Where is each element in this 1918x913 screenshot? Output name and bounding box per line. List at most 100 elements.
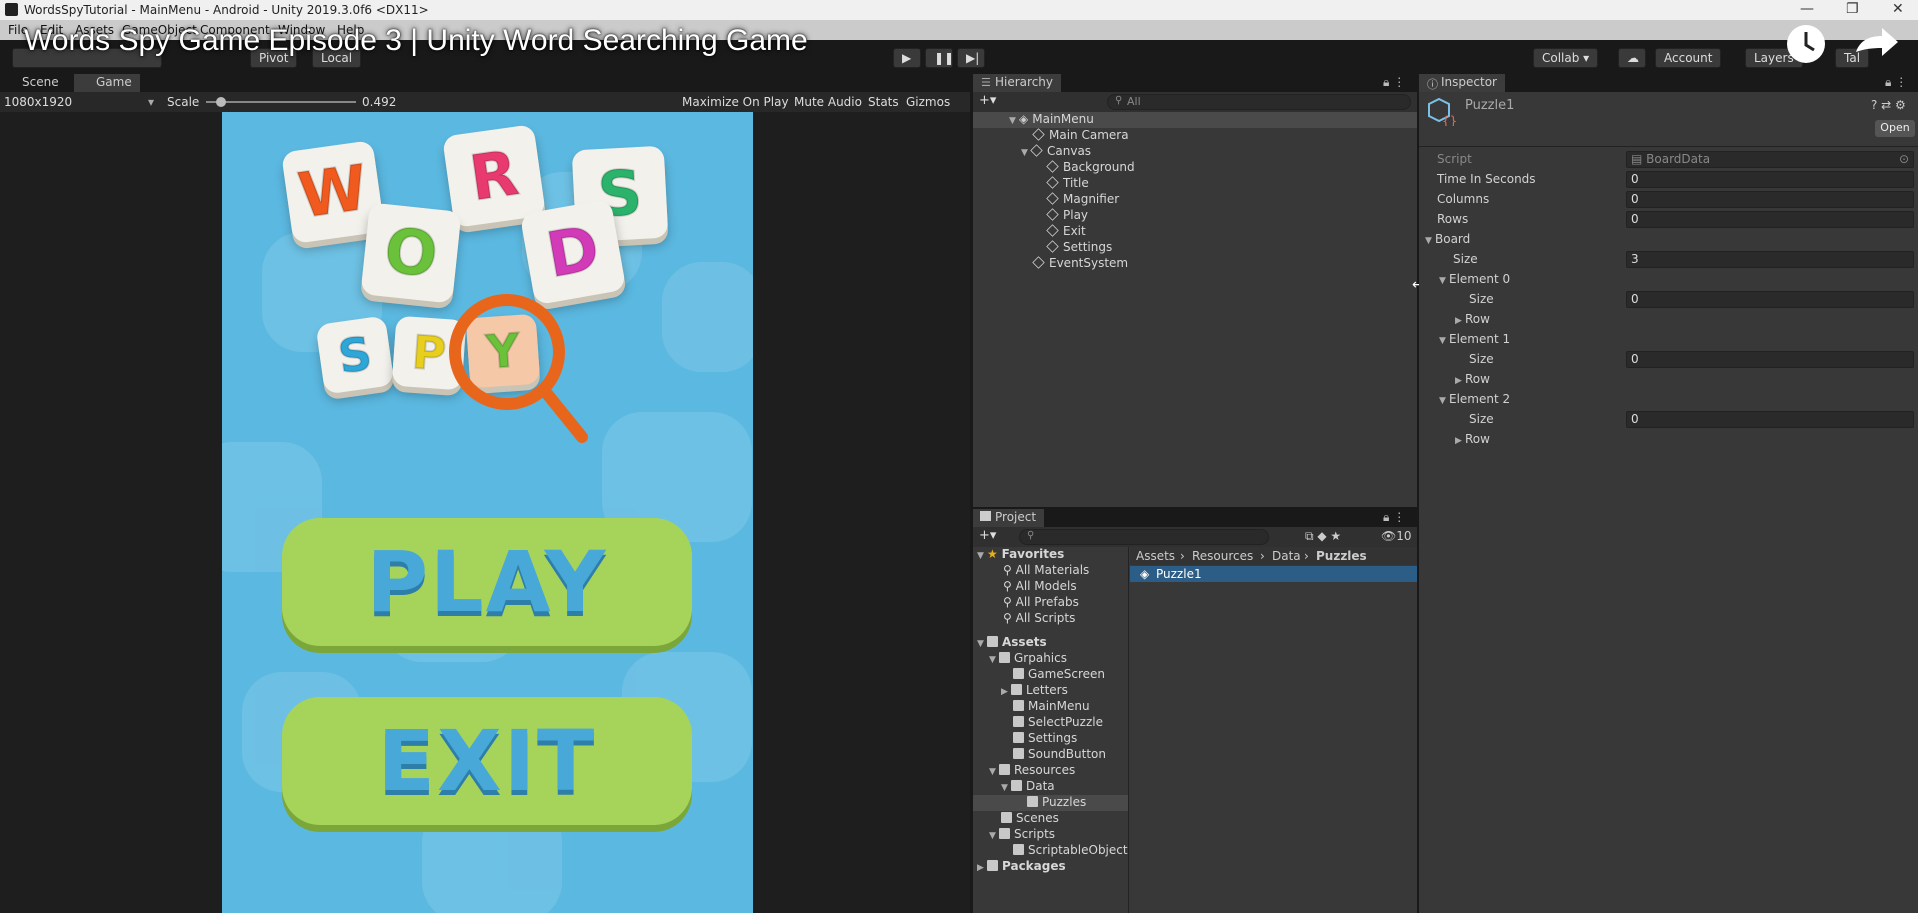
board-foldout[interactable]: ▼ Board bbox=[1425, 232, 1470, 246]
element-2-size-field[interactable]: 0 bbox=[1626, 411, 1914, 428]
tree-mainmenu[interactable]: MainMenu bbox=[1013, 699, 1090, 715]
tree-puzzles[interactable]: Puzzles bbox=[973, 795, 1128, 811]
resolution-dropdown[interactable]: 1080x1920 bbox=[4, 95, 72, 109]
favorite-all-models[interactable]: ⚲ All Models bbox=[1003, 579, 1077, 595]
step-icon[interactable]: ▶| bbox=[957, 48, 985, 68]
hierarchy-item-mainmenu[interactable]: ▼ ◈ MainMenu bbox=[973, 112, 1417, 128]
open-button[interactable]: Open bbox=[1875, 120, 1915, 137]
breadcrumb-puzzles[interactable]: Puzzles bbox=[1316, 549, 1367, 563]
hierarchy-panel: Hierarchy ☰ 🔒︎ ⋮ +▾ ⚲ All ▼ ◈ MainMenu Mai… bbox=[973, 74, 1417, 507]
tree-grpahics[interactable]: ▼ Grpahics bbox=[989, 651, 1067, 667]
folder-icon bbox=[1013, 748, 1024, 759]
breadcrumb-assets[interactable]: Assets bbox=[1136, 549, 1175, 563]
tree-gamescreen[interactable]: GameScreen bbox=[1013, 667, 1105, 683]
gizmos-toggle[interactable]: Gizmos bbox=[906, 95, 950, 109]
element-1-size-field[interactable]: 0 bbox=[1626, 351, 1914, 368]
favorite-all-materials[interactable]: ⚲ All Materials bbox=[1003, 563, 1089, 579]
favorites-header[interactable]: ▼ ★ Favorites bbox=[977, 547, 1064, 563]
hierarchy-item-background[interactable]: Background bbox=[1046, 160, 1135, 176]
hierarchy-item-exit[interactable]: Exit bbox=[1046, 224, 1086, 240]
tree-letters[interactable]: ▶ Letters bbox=[1001, 683, 1068, 699]
scale-slider[interactable] bbox=[206, 101, 356, 103]
board-size-field[interactable]: 3 bbox=[1626, 251, 1914, 268]
file-puzzle1[interactable]: ◈ Puzzle1 bbox=[1130, 566, 1417, 582]
element-0-row-foldout[interactable]: ▶ Row bbox=[1455, 312, 1490, 326]
favorite-all-scripts[interactable]: ⚲ All Scripts bbox=[1003, 611, 1075, 627]
stats-toggle[interactable]: Stats bbox=[868, 95, 899, 109]
info-icon: ⓘ bbox=[1427, 78, 1438, 91]
filter-icons[interactable]: ⧉ ◆ ★ bbox=[1305, 529, 1341, 544]
time-in-seconds-field[interactable]: 0 bbox=[1626, 171, 1914, 188]
element-0-foldout[interactable]: ▼ Element 0 bbox=[1439, 272, 1510, 286]
minimize-icon[interactable]: — bbox=[1800, 1, 1814, 17]
pause-icon[interactable]: ❚❚ bbox=[925, 48, 954, 68]
hierarchy-item-canvas[interactable]: ▼ Canvas bbox=[1021, 144, 1091, 160]
tab-game[interactable]: Game bbox=[74, 74, 140, 92]
scale-label: Scale bbox=[167, 95, 200, 109]
breadcrumb-data[interactable]: Data bbox=[1272, 549, 1301, 563]
tree-soundbutton[interactable]: SoundButton bbox=[1013, 747, 1106, 763]
element-0-size-field[interactable]: 0 bbox=[1626, 291, 1914, 308]
script-field[interactable]: ▤ BoardData ⊙ bbox=[1626, 151, 1914, 168]
hierarchy-item-magnifier[interactable]: Magnifier bbox=[1046, 192, 1119, 208]
element-2-foldout[interactable]: ▼ Element 2 bbox=[1439, 392, 1510, 406]
exit-button[interactable]: EXIT bbox=[282, 697, 692, 825]
game-view[interactable]: W R S O D S P Y PLAY EXIT bbox=[0, 112, 970, 913]
account-dropdown[interactable]: Account bbox=[1655, 48, 1722, 68]
gameobject-icon bbox=[1046, 192, 1059, 205]
star-icon: ★ bbox=[987, 547, 998, 561]
game-screen: W R S O D S P Y PLAY EXIT bbox=[222, 112, 753, 913]
favorite-all-prefabs[interactable]: ⚲ All Prefabs bbox=[1003, 595, 1079, 611]
element-2-row-foldout[interactable]: ▶ Row bbox=[1455, 432, 1490, 446]
tree-selectpuzzle[interactable]: SelectPuzzle bbox=[1013, 715, 1103, 731]
hidden-count[interactable]: 👁︎10 bbox=[1381, 529, 1412, 543]
mute-audio-toggle[interactable]: Mute Audio bbox=[794, 95, 862, 109]
folder-icon bbox=[987, 636, 998, 647]
folder-icon bbox=[1011, 780, 1022, 791]
create-add-icon[interactable]: +▾ bbox=[979, 93, 996, 108]
hierarchy-item-title[interactable]: Title bbox=[1046, 176, 1089, 192]
scale-slider-handle[interactable] bbox=[216, 97, 226, 107]
close-icon[interactable]: ✕ bbox=[1892, 1, 1904, 17]
tree-scriptableobject[interactable]: ScriptableObject bbox=[1013, 843, 1128, 859]
watch-later-icon[interactable] bbox=[1786, 22, 1906, 66]
breadcrumb-resources[interactable]: Resources bbox=[1192, 549, 1253, 563]
tree-data[interactable]: ▼ Data bbox=[1001, 779, 1055, 795]
tree-packages[interactable]: ▶ Packages bbox=[977, 859, 1066, 875]
component-menu-icons[interactable]: ? ⇄ ⚙ bbox=[1871, 98, 1906, 112]
columns-field[interactable]: 0 bbox=[1626, 191, 1914, 208]
hierarchy-item-main-camera[interactable]: Main Camera bbox=[1032, 128, 1129, 144]
svg-text:{}: {} bbox=[1442, 114, 1457, 126]
lock-icon[interactable]: 🔒︎ ⋮ bbox=[1383, 75, 1405, 90]
tree-scenes[interactable]: Scenes bbox=[1001, 811, 1059, 827]
tree-assets[interactable]: ▼ Assets bbox=[977, 635, 1047, 651]
hierarchy-item-eventsystem[interactable]: EventSystem bbox=[1032, 256, 1128, 272]
tree-resources[interactable]: ▼ Resources bbox=[989, 763, 1075, 779]
columns-label: Columns bbox=[1437, 192, 1490, 206]
hierarchy-item-settings[interactable]: Settings bbox=[1046, 240, 1112, 256]
board-size-label: Size bbox=[1453, 252, 1478, 266]
restore-icon[interactable]: ❐ bbox=[1846, 1, 1859, 17]
project-search-input[interactable] bbox=[1019, 529, 1269, 545]
play-button[interactable]: PLAY bbox=[282, 518, 692, 646]
tree-settings[interactable]: Settings bbox=[1013, 731, 1077, 747]
folder-icon bbox=[999, 828, 1010, 839]
play-icon[interactable]: ▶ bbox=[893, 48, 921, 68]
element-1-foldout[interactable]: ▼ Element 1 bbox=[1439, 332, 1510, 346]
maximize-on-play-toggle[interactable]: Maximize On Play bbox=[682, 95, 789, 109]
hierarchy-search-input[interactable] bbox=[1107, 94, 1411, 110]
element-1-row-foldout[interactable]: ▶ Row bbox=[1455, 372, 1490, 386]
tab-scene[interactable]: Scene bbox=[0, 74, 67, 92]
resolution-chevron-icon: ▾ bbox=[148, 95, 155, 109]
lock-icon[interactable]: 🔒︎ ⋮ bbox=[1383, 510, 1405, 525]
hierarchy-search-placeholder: All bbox=[1127, 95, 1141, 108]
hierarchy-item-play[interactable]: Play bbox=[1046, 208, 1088, 224]
scene-tabbar: Scene Game bbox=[0, 74, 970, 92]
create-add-icon[interactable]: +▾ bbox=[979, 528, 996, 543]
rows-field[interactable]: 0 bbox=[1626, 211, 1914, 228]
search-icon: ⚲ bbox=[1115, 95, 1123, 106]
cloud-icon[interactable]: ☁ bbox=[1618, 48, 1646, 68]
collab-button[interactable]: Collab ▾ bbox=[1533, 48, 1599, 68]
lock-icon[interactable]: 🔒︎ ⋮ bbox=[1885, 75, 1907, 90]
tree-scripts[interactable]: ▼ Scripts bbox=[989, 827, 1055, 843]
